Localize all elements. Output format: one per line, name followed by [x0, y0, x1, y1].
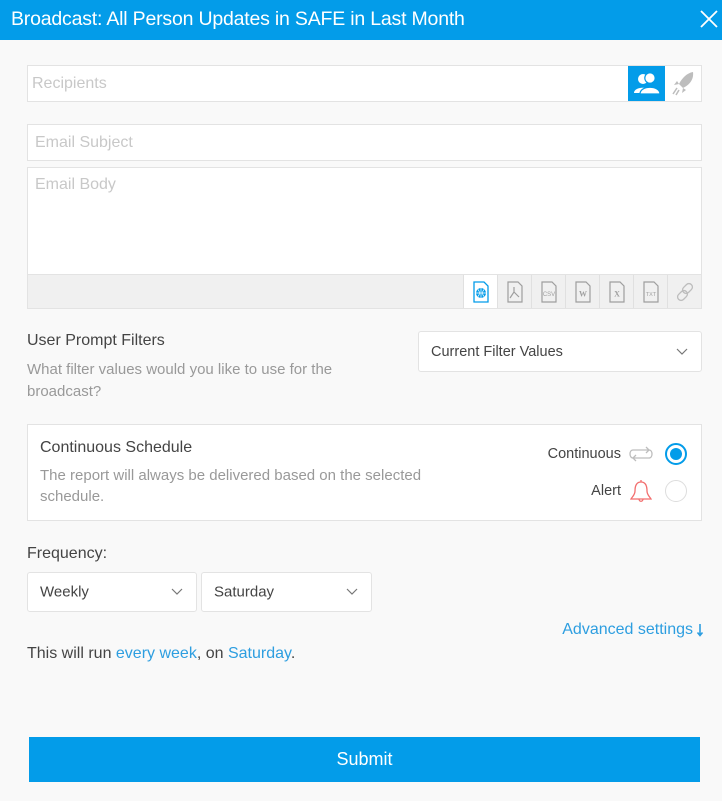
svg-text:X: X [614, 289, 620, 298]
recipients-field [27, 65, 702, 102]
word-file-icon: W [574, 280, 591, 303]
csv-file-icon: CSV [540, 280, 557, 303]
schedule-description: The report will always be delivered base… [40, 467, 422, 505]
schedule-summary: This will run every week, on Saturday. [27, 645, 295, 663]
continuous-radio[interactable] [665, 443, 687, 465]
frequency-day-value: Saturday [214, 583, 275, 601]
rocket-icon [672, 72, 694, 96]
close-button[interactable] [698, 8, 720, 30]
summary-period-link[interactable]: every week [116, 645, 197, 662]
attachment-toolbar: CSV W X TXT [28, 274, 701, 308]
continuous-label: Continuous [547, 446, 621, 462]
email-body-input[interactable] [28, 168, 701, 274]
schedule-title: Continuous Schedule [40, 439, 193, 456]
users-icon [634, 72, 661, 95]
filters-description: What filter values would you like to use… [27, 361, 333, 400]
continuous-option[interactable]: Continuous [548, 442, 687, 466]
attach-word-button[interactable]: W [565, 275, 599, 308]
email-subject-field [27, 124, 702, 161]
email-subject-input[interactable] [28, 125, 701, 160]
svg-text:W: W [579, 289, 587, 298]
attach-html-button[interactable] [463, 275, 497, 308]
close-icon [700, 10, 718, 28]
repeat-icon [629, 446, 653, 462]
html-file-icon [472, 280, 489, 303]
bell-icon [629, 480, 653, 502]
email-body-field: CSV W X TXT [27, 167, 702, 309]
recipients-input[interactable] [28, 66, 626, 101]
dialog-header: Broadcast: All Person Updates in SAFE in… [0, 0, 722, 40]
attach-csv-button[interactable]: CSV [531, 275, 565, 308]
pdf-file-icon [506, 280, 523, 303]
frequency-label: Frequency: [27, 545, 108, 562]
dialog-title: Broadcast: All Person Updates in SAFE in… [11, 8, 465, 30]
frequency-period-select[interactable]: Weekly [27, 572, 197, 612]
summary-middle: , on [196, 645, 228, 662]
alert-radio[interactable] [665, 480, 687, 502]
schedule-card: Continuous Schedule The report will alwa… [27, 424, 702, 521]
summary-prefix: This will run [27, 645, 116, 662]
link-icon [676, 282, 693, 301]
chevron-down-icon [346, 588, 358, 595]
excel-file-icon: X [608, 280, 625, 303]
svg-text:CSV: CSV [542, 292, 554, 298]
attach-txt-button[interactable]: TXT [633, 275, 667, 308]
users-button[interactable] [628, 66, 665, 101]
frequency-period-value: Weekly [40, 583, 89, 601]
attach-pdf-button[interactable] [497, 275, 531, 308]
filters-title: User Prompt Filters [27, 332, 165, 349]
frequency-day-select[interactable]: Saturday [201, 572, 372, 612]
summary-suffix: . [290, 645, 296, 662]
chevron-down-icon [676, 348, 688, 355]
submit-button[interactable]: Submit [29, 737, 700, 782]
attach-excel-button[interactable]: X [599, 275, 633, 308]
attach-link-button[interactable] [667, 275, 701, 308]
advanced-settings-label: Advanced settings [562, 621, 693, 638]
filter-values-selected: Current Filter Values [431, 343, 563, 360]
summary-day-link[interactable]: Saturday [228, 645, 291, 662]
alert-option[interactable]: Alert [591, 479, 687, 503]
alert-label: Alert [591, 483, 621, 499]
chevron-down-icon [171, 588, 183, 595]
arrow-down-icon [696, 624, 704, 637]
advanced-settings-link[interactable]: Advanced settings [562, 621, 704, 639]
txt-file-icon: TXT [642, 280, 659, 303]
rocket-button[interactable] [665, 66, 701, 101]
svg-text:TXT: TXT [645, 292, 656, 298]
filter-values-select[interactable]: Current Filter Values [418, 331, 702, 372]
